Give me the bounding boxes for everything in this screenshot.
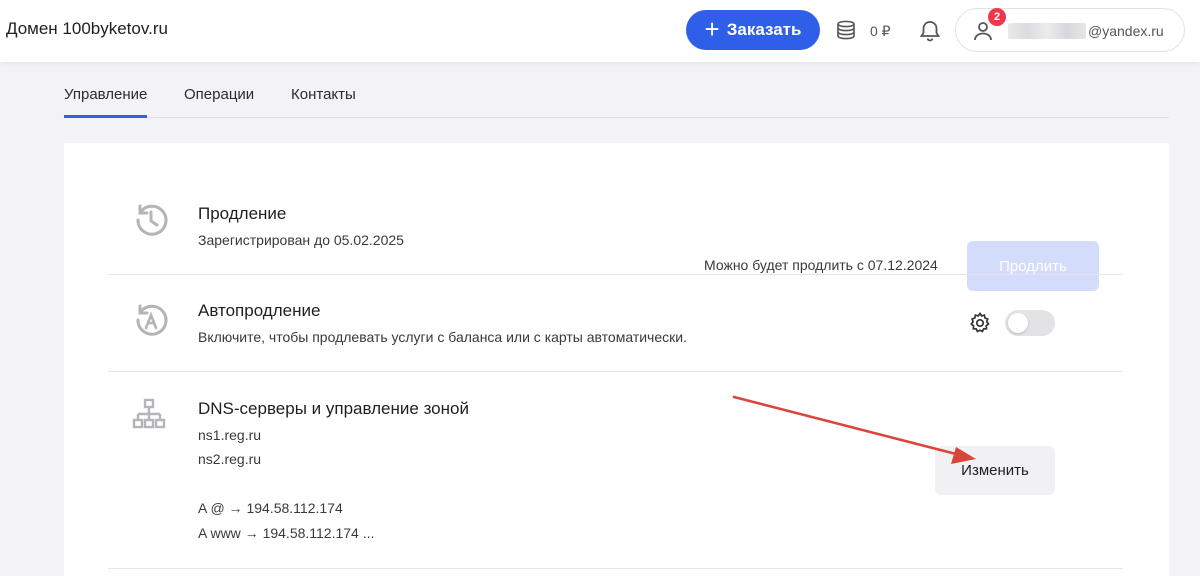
autorenewal-title: Автопродление [198,301,321,320]
plus-icon: + [704,14,720,44]
renewal-subtitle: Зарегистрирован до 05.02.2025 [198,232,404,248]
balance-widget[interactable]: 0 ₽ [834,17,891,45]
dns-server-1: ns1.reg.ru [198,427,262,443]
coins-icon [837,20,855,40]
tab-bar: Управление Операции Контакты [64,78,1169,118]
tab-operations[interactable]: Операции [184,86,254,115]
gear-icon[interactable] [968,311,992,335]
autorenewal-toggle[interactable] [1005,310,1055,336]
change-dns-button[interactable]: Изменить [935,446,1055,495]
autorenewal-subtitle: Включите, чтобы продлевать услуги с бала… [198,329,687,345]
divider [108,568,1123,569]
order-button-label: Заказать [726,20,802,39]
tab-contacts[interactable]: Контакты [291,86,356,115]
renewal-title: Продление [198,204,287,223]
masked-username [1008,23,1086,39]
domain-settings-card: Продление Зарегистрирован до 05.02.2025 … [64,143,1169,576]
bell-icon[interactable] [916,17,944,45]
order-button[interactable]: + Заказать [686,10,820,50]
dns-title: DNS-серверы и управление зоной [198,399,469,418]
auto-renew-icon [136,304,168,336]
clock-history-icon [136,204,168,236]
notification-badge: 2 [988,8,1006,26]
balance-amount: 0 ₽ [870,22,891,39]
page-title: Домен 100byketov.ru [6,19,168,38]
renewal-row: Продление Зарегистрирован до 05.02.2025 … [108,183,1123,291]
account-menu[interactable]: 2 @yandex.ru [955,8,1185,52]
dns-record-1: A @ → 194.58.112.174 [198,500,343,516]
renewal-availability-note: Можно будет продлить с 07.12.2024 [704,257,938,273]
toggle-knob [1008,313,1028,333]
top-bar: Домен 100byketov.ru + Заказать 0 ₽ 2 @ya… [0,0,1200,62]
dns-record-2: A www → 194.58.112.174 ... [198,525,375,541]
account-email: @yandex.ru [1088,23,1164,39]
tab-management[interactable]: Управление [64,86,148,118]
dns-server-2: ns2.reg.ru [198,451,262,467]
sitemap-icon [132,398,166,429]
